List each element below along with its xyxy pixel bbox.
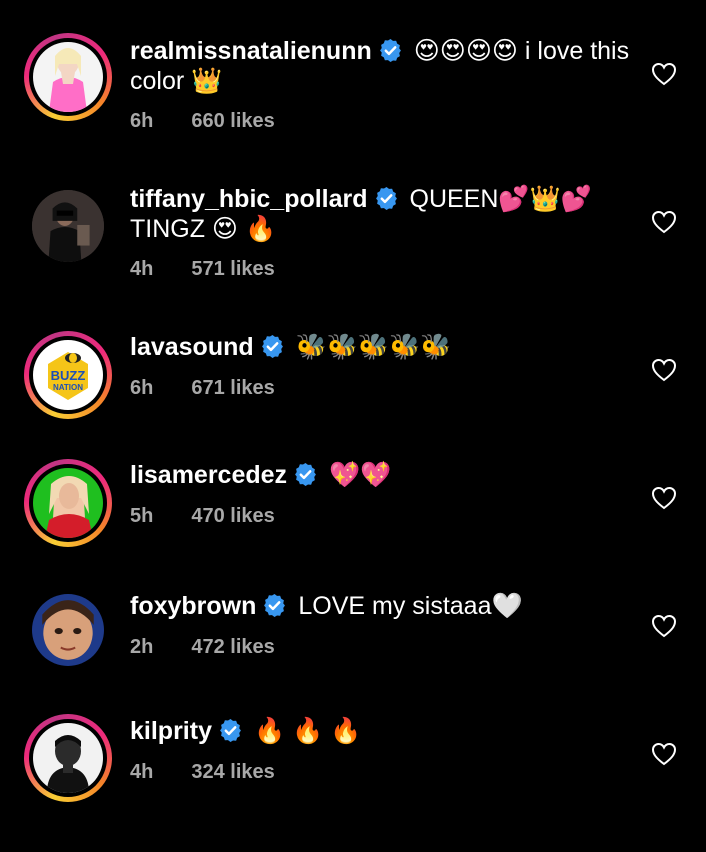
comment-text: 🐝🐝🐝🐝🐝 [295,333,452,361]
avatar[interactable] [24,586,112,674]
verified-badge-icon [260,334,285,359]
avatar[interactable] [24,182,112,270]
avatar[interactable]: BUZZ NATION [24,331,112,419]
avatar-green-background-icon [33,468,103,538]
comment-time: 4h [130,258,154,280]
comment-likes[interactable]: 660 likes [191,110,274,132]
avatar[interactable] [24,33,112,121]
comment-username[interactable]: lisamercedez [130,461,287,489]
comment-time: 5h [130,505,154,527]
verified-badge-icon [218,718,243,743]
avatar-dark-portrait-icon [32,190,104,262]
heart-outline-icon[interactable] [651,358,677,382]
comment-likes[interactable]: 571 likes [191,258,274,280]
logo-text-nation: NATION [53,383,83,392]
avatar-bw-portrait-icon [33,723,103,793]
heart-outline-icon[interactable] [651,62,677,86]
comment-time: 4h [130,761,154,783]
heart-outline-icon[interactable] [651,486,677,510]
heart-outline-icon[interactable] [651,742,677,766]
verified-badge-icon [262,593,287,618]
verified-badge-icon [374,186,399,211]
comment-username[interactable]: foxybrown [130,592,256,620]
comment-time: 6h [130,110,154,132]
comment-text: 🔥 🔥 🔥 [253,717,362,745]
comment-likes[interactable]: 671 likes [191,377,274,399]
avatar[interactable] [24,714,112,802]
logo-text-buzz: BUZZ [51,368,86,383]
heart-outline-icon[interactable] [651,210,677,234]
comment-text: LOVE my sistaaa🤍 [298,592,523,620]
comment-text: 💖💖 [329,461,392,489]
avatar[interactable] [24,459,112,547]
avatar-buzz-nation-logo-icon: BUZZ NATION [33,340,103,410]
comment-username[interactable]: lavasound [130,333,254,361]
avatar-face-closeup-icon [32,594,104,666]
avatar-pink-outfit-icon [33,42,103,112]
heart-outline-icon[interactable] [651,614,677,638]
comment-username[interactable]: tiffany_hbic_pollard [130,185,368,213]
comment-likes[interactable]: 472 likes [191,636,274,658]
comment-username[interactable]: kilprity [130,717,212,745]
comments-list: realmissnatalienunn 😍😍😍😍 i love this col… [0,0,706,852]
comment-likes[interactable]: 324 likes [191,761,274,783]
comment-time: 6h [130,377,154,399]
comment-likes[interactable]: 470 likes [191,505,274,527]
comment-time: 2h [130,636,154,658]
comment-username[interactable]: realmissnatalienunn [130,37,372,65]
verified-badge-icon [293,462,318,487]
verified-badge-icon [378,38,403,63]
